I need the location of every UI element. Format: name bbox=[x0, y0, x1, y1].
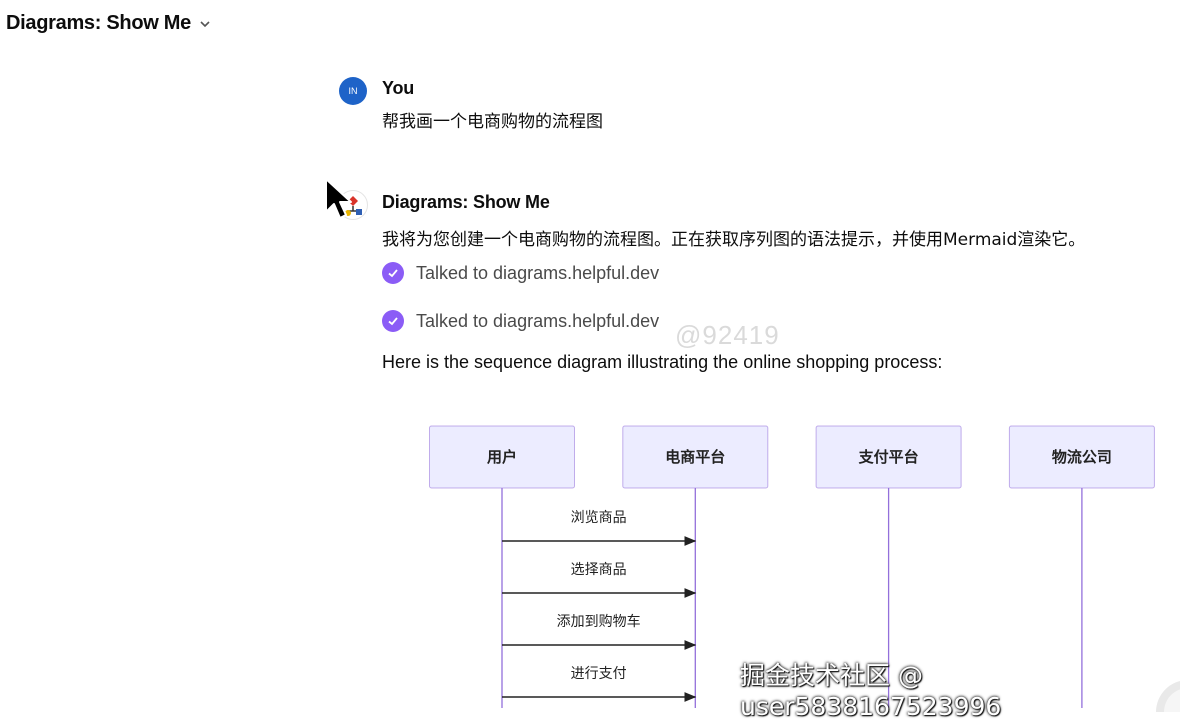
tool-call-label: Talked to diagrams.helpful.dev bbox=[416, 310, 660, 331]
assistant-author-name: Diagrams: Show Me bbox=[382, 192, 550, 212]
mouse-cursor-icon bbox=[325, 178, 352, 219]
participant-label: 电商平台 bbox=[665, 448, 725, 466]
tool-call-1[interactable]: Talked to diagrams.helpful.dev bbox=[382, 262, 659, 284]
tool-call-label: Talked to diagrams.helpful.dev bbox=[416, 262, 660, 283]
assistant-followup-text: Here is the sequence diagram illustratin… bbox=[382, 352, 943, 372]
sequence-message: 选择商品 bbox=[502, 562, 697, 598]
message-label: 浏览商品 bbox=[571, 510, 627, 526]
page-title: Diagrams: Show Me bbox=[6, 12, 191, 34]
chat-model-selector[interactable]: Diagrams: Show Me bbox=[6, 12, 211, 35]
user-avatar: IN bbox=[339, 77, 367, 105]
participant-box[interactable]: 电商平台 bbox=[622, 425, 769, 489]
chevron-down-icon bbox=[200, 20, 210, 27]
assistant-intro-text: 我将为您创建一个电商购物的流程图。正在获取序列图的语法提示，并使用Mermaid… bbox=[382, 230, 1086, 250]
tool-call-2[interactable]: Talked to diagrams.helpful.dev bbox=[382, 310, 659, 332]
participant-box[interactable]: 用户 bbox=[429, 425, 575, 489]
user-avatar-initials: IN bbox=[348, 86, 358, 96]
sequence-message: 添加到购物车 bbox=[502, 613, 697, 650]
message-label: 进行支付 bbox=[571, 666, 627, 682]
watermark-center: @92419 bbox=[675, 320, 780, 350]
message-label: 选择商品 bbox=[571, 562, 627, 578]
sequence-message: 浏览商品 bbox=[502, 510, 697, 546]
participant-box[interactable]: 支付平台 bbox=[815, 425, 962, 489]
participant-label: 用户 bbox=[487, 448, 517, 466]
user-message-text: 帮我画一个电商购物的流程图 bbox=[382, 112, 603, 132]
watermark-corner: 掘金技术社区 @ user5838167523996 bbox=[740, 661, 1002, 721]
check-circle-icon bbox=[382, 262, 404, 284]
participant-label: 物流公司 bbox=[1052, 448, 1112, 466]
participant-box[interactable]: 物流公司 bbox=[1008, 425, 1155, 489]
user-author-name: You bbox=[382, 78, 415, 98]
participant-label: 支付平台 bbox=[858, 448, 919, 466]
participants-layer: 用户 电商平台 支付平台 物流公司 bbox=[429, 425, 1155, 489]
check-circle-icon bbox=[382, 310, 404, 332]
messages-layer: 浏览商品选择商品添加到购物车进行支付 bbox=[502, 510, 697, 702]
corner-decoration bbox=[1156, 681, 1180, 712]
message-label: 添加到购物车 bbox=[557, 613, 641, 630]
sequence-message: 进行支付 bbox=[502, 666, 697, 702]
